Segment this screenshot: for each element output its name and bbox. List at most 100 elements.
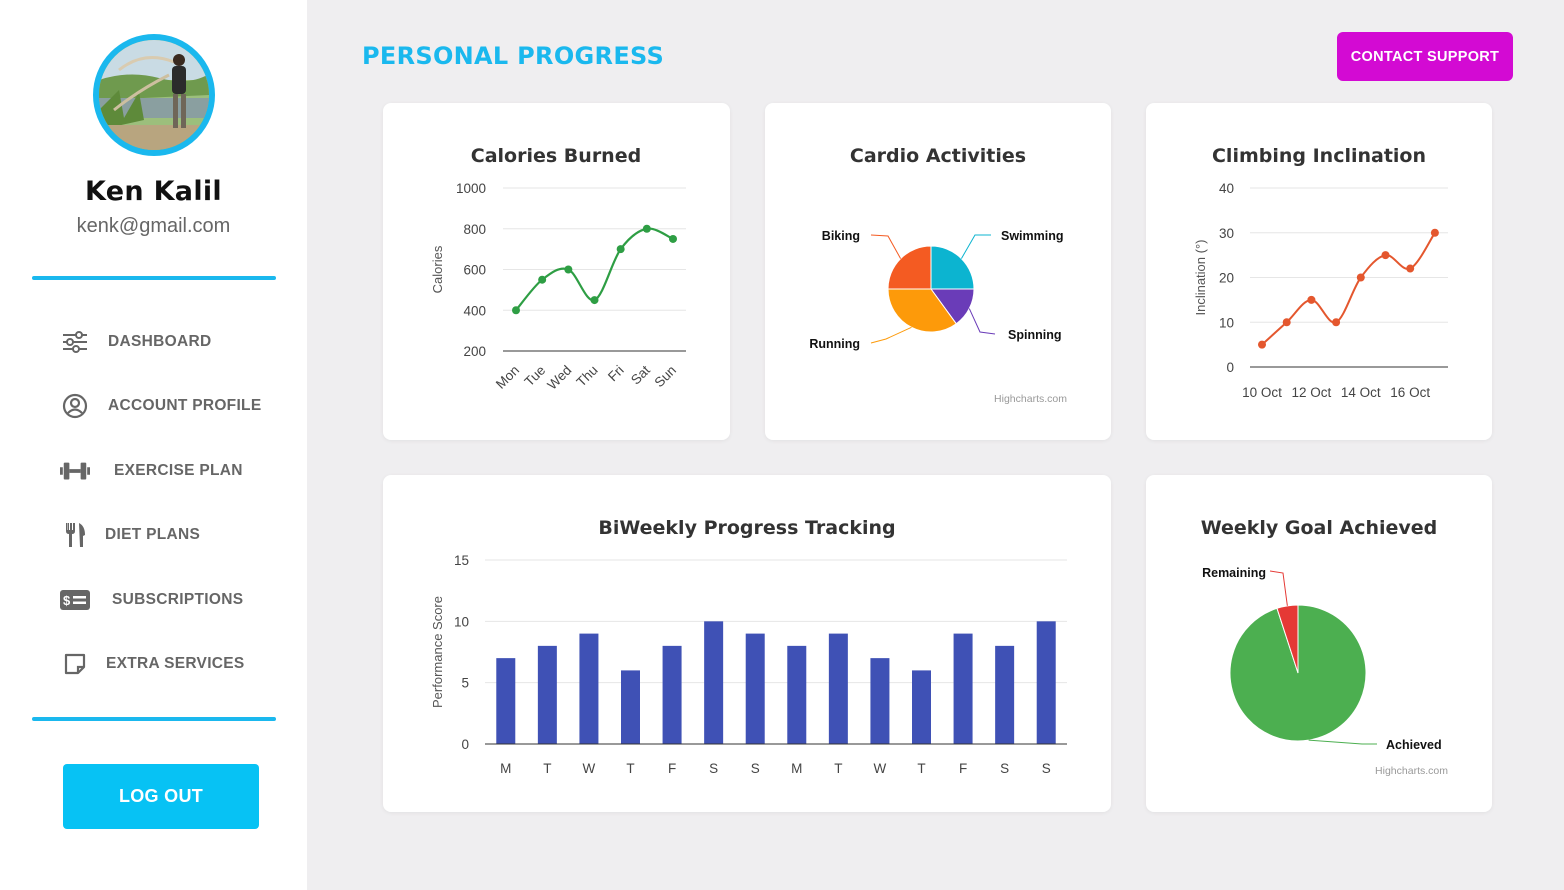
pie-slice [930,245,975,290]
contact-support-button[interactable]: CONTACT SUPPORT [1337,32,1513,81]
sidebar-item-extra-services[interactable]: EXTRA SERVICES [60,646,245,682]
chart-title: Cardio Activities [850,145,1026,167]
x-tick-label: 14 Oct [1341,385,1381,400]
sidebar-item-diet-plans[interactable]: DIET PLANS [60,517,200,553]
bar [953,633,973,744]
dumbbell-icon [60,456,90,486]
y-tick-label: 30 [1219,226,1234,241]
user-name: Ken Kalil [85,176,222,207]
data-point [1258,340,1266,349]
sidebar-item-exercise-plan[interactable]: EXERCISE PLAN [60,453,243,489]
pie-connector [1308,739,1377,745]
y-tick-label: 10 [454,614,469,629]
x-tick-label: S [1042,761,1051,776]
bar [870,658,890,744]
x-tick-label: S [1000,761,1009,776]
bar [828,633,848,744]
sidebar-item-label: EXERCISE PLAN [114,462,243,479]
sliders-icon [60,327,90,357]
divider [32,276,276,280]
pie-label: Spinning [1008,328,1061,342]
x-tick-label: 10 Oct [1242,385,1282,400]
data-point [1307,295,1316,304]
data-point [642,224,651,233]
avatar[interactable] [93,34,215,156]
user-circle-icon [60,391,90,421]
data-point [538,275,547,284]
data-point [1332,318,1341,327]
bar [1036,621,1056,744]
y-tick-label: 20 [1219,271,1234,286]
data-point [616,245,625,254]
sidebar-item-subscriptions[interactable]: $ SUBSCRIPTIONS [60,582,243,618]
x-tick-label: Sat [628,362,653,387]
cardio-card: Cardio Activities Swimming Spinning Running… [765,103,1111,440]
x-tick-label: T [543,761,551,776]
pie-label: Remaining [1202,566,1266,580]
pie-label: Achieved [1386,738,1442,752]
x-tick-label: 12 Oct [1292,385,1332,400]
x-tick-label: T [834,761,842,776]
bar [621,670,640,744]
svg-text:$: $ [63,593,71,608]
x-tick-label: T [917,761,925,776]
x-tick-label: Wed [544,363,574,393]
y-axis-label: Performance Score [430,596,445,708]
data-point [1381,251,1390,260]
y-tick-label: 10 [1219,315,1234,330]
chart-credit: Highcharts.com [994,393,1067,405]
avatar-photo [99,40,209,150]
biweekly-card: BiWeekly Progress Tracking 0 5 10 15 Performa… [383,475,1111,812]
y-tick-label: 5 [461,676,469,691]
sidebar-item-label: EXTRA SERVICES [106,655,245,672]
data-point [1406,264,1415,273]
logout-button[interactable]: LOG OUT [63,764,259,829]
divider [32,717,276,721]
y-tick-label: 800 [463,222,486,237]
bar [496,658,516,744]
sidebar-item-dashboard[interactable]: DASHBOARD [60,324,211,360]
y-tick-label: 400 [463,303,486,318]
inclination-chart: Climbing Inclination 0 10 20 30 40 Inclination… [1193,145,1448,400]
data-point [590,296,599,305]
chart-title: Calories Burned [471,145,641,167]
y-tick-label: 40 [1219,181,1234,196]
data-point [1430,228,1439,237]
x-tick-label: W [874,761,887,776]
pie-label: Biking [822,229,860,243]
y-axis-label: Calories [430,245,445,293]
data-point [512,306,520,315]
x-tick-label: Thu [574,363,601,390]
data-point [564,265,573,274]
chart-credit: Highcharts.com [1375,765,1448,777]
bar [704,621,724,744]
calories-chart: Calories Burned 200 400 600 800 1000 Calories M… [430,145,686,393]
y-axis-label: Inclination (°) [1193,239,1208,315]
data-point [669,234,677,243]
chart-title: BiWeekly Progress Tracking [598,517,895,539]
y-tick-label: 0 [461,737,469,752]
x-tick-label: T [626,761,634,776]
weekly-goal-card: Weekly Goal Achieved Achieved Remaining Hig… [1146,475,1492,812]
pie-connector [870,326,912,344]
x-tick-label: S [751,761,760,776]
sidebar-item-label: SUBSCRIPTIONS [112,591,244,608]
y-tick-label: 600 [463,263,486,278]
sidebar-item-label: DIET PLANS [105,526,201,543]
pie-slice [887,245,932,290]
y-tick-label: 0 [1226,360,1234,375]
fork-knife-icon [60,520,90,550]
calories-card: Calories Burned 200 400 600 800 1000 Calories M… [383,103,730,440]
x-tick-label: Mon [493,363,522,392]
x-tick-label: Sun [652,363,680,391]
y-tick-label: 15 [454,553,469,568]
weekly-goal-chart: Weekly Goal Achieved Achieved Remaining Hig… [1201,517,1449,777]
x-tick-label: 16 Oct [1390,385,1430,400]
x-tick-label: S [709,761,718,776]
bar [537,645,557,744]
bar [745,633,765,744]
sidebar-item-account-profile[interactable]: ACCOUNT PROFILE [60,388,261,424]
bar [662,645,682,744]
pie-connector [960,234,991,259]
bar [787,645,807,744]
